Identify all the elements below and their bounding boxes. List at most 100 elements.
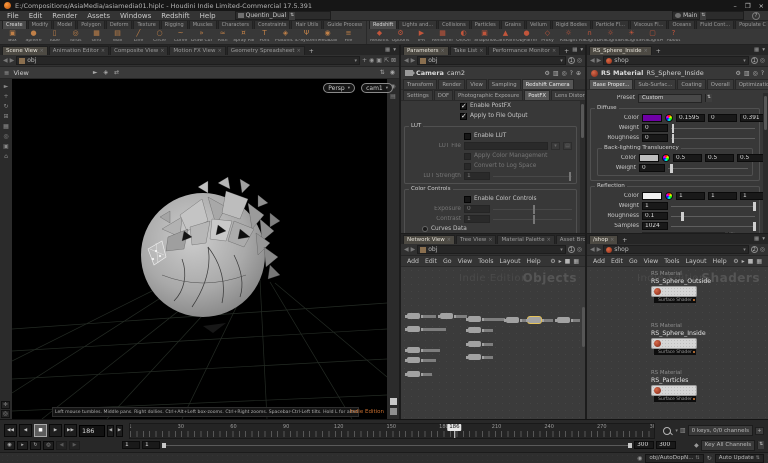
display-icon[interactable]: ■ [565, 258, 571, 265]
link-badge[interactable]: 1 [751, 57, 758, 64]
backlight-weight-field[interactable]: 0 [639, 164, 665, 172]
shelf-tab[interactable]: Particles [471, 21, 500, 29]
exposure-slider[interactable] [493, 205, 572, 214]
desktop-selector[interactable]: Quentin_Dual ⇅ [235, 11, 331, 20]
current-frame-field[interactable]: 186 [79, 425, 105, 437]
network-menu-item[interactable]: View [458, 258, 473, 265]
flag-icon[interactable]: ▸ [742, 258, 745, 265]
flag-icon[interactable]: ▸ [559, 258, 562, 265]
reflection-roughness-slider[interactable] [671, 212, 755, 221]
network-menu-item[interactable]: Go [443, 258, 452, 265]
next-frame-button[interactable]: ▶ [116, 425, 123, 437]
magnify-icon[interactable]: ▣ [376, 57, 382, 64]
shelf-tab[interactable]: Redshift [369, 21, 397, 29]
material-output-port[interactable]: Surface Shader [654, 297, 696, 303]
pane-tab[interactable]: Composite View× [110, 46, 168, 55]
layout-quad-icon[interactable] [390, 408, 397, 415]
shelf-tool[interactable]: ≡File [338, 30, 359, 45]
color-b-field[interactable]: 1 [740, 192, 763, 200]
network-menu-item[interactable]: View [644, 258, 659, 265]
back-icon[interactable]: ◀ [590, 246, 595, 253]
camera-selector[interactable]: cam1▾ [361, 83, 393, 93]
viewport-3d-scene[interactable] [12, 79, 387, 419]
parameter-tab[interactable]: DOF [434, 90, 453, 100]
network-node[interactable] [468, 341, 481, 347]
playhead-marker[interactable]: 186 [448, 424, 462, 431]
close-tab-icon[interactable]: × [644, 48, 648, 54]
close-tab-icon[interactable]: × [440, 48, 444, 54]
pane-tab[interactable]: Motion FX View× [169, 46, 225, 55]
range-start-field[interactable]: 1 [142, 441, 160, 449]
refresh-icon[interactable]: ↻ [707, 455, 712, 462]
network-node[interactable] [506, 317, 519, 323]
color-r-field[interactable]: 1 [676, 192, 705, 200]
pane-tab[interactable]: Tree View× [456, 235, 496, 244]
spinner-icon[interactable]: ⇅ [705, 94, 712, 102]
contrast-slider[interactable] [493, 215, 572, 224]
network-node[interactable] [468, 354, 481, 360]
network-menu-item[interactable]: Tools [664, 258, 679, 265]
shelf-tool[interactable]: ▯Tube [44, 30, 65, 45]
material-node[interactable]: RS Material RS_Sphere_Outside Surface Sh… [651, 271, 721, 303]
group-title[interactable]: Color Controls [409, 186, 453, 193]
path-field[interactable]: shop ▾ [603, 245, 749, 254]
layout-selector[interactable]: Main ⇅ [672, 11, 744, 20]
link-badge[interactable]: 2 [751, 246, 758, 253]
network-node[interactable] [407, 357, 420, 363]
shelf-tool[interactable]: ☀RSLightSun [621, 30, 642, 45]
shelf-tab[interactable]: Guide Process [323, 21, 362, 29]
menu-item[interactable]: Windows [115, 12, 156, 20]
close-tab-icon[interactable]: × [552, 48, 556, 54]
parameter-tab[interactable]: Base Proper... [589, 79, 633, 89]
diffuse-color-swatch[interactable] [642, 114, 662, 122]
network-node[interactable] [407, 371, 420, 377]
node-name-field[interactable]: cam2 [447, 69, 465, 77]
viewport-tool-icon[interactable]: ◈ [104, 69, 109, 76]
view-options-icon[interactable]: ▤ [390, 93, 396, 100]
group-title[interactable]: LUT [409, 123, 423, 130]
close-tab-icon[interactable]: × [218, 48, 222, 54]
color-r-field[interactable]: 0.1595 [676, 114, 705, 122]
network-node[interactable] [407, 313, 420, 319]
update-mode-selector[interactable]: Auto Update⇅ [715, 454, 764, 463]
prev-frame-button[interactable]: ◀ [107, 425, 114, 437]
pane-split-icon[interactable]: ▾ [580, 47, 583, 53]
pin-icon[interactable]: ⊕ [576, 70, 581, 77]
color-b-field[interactable]: 0.5 [737, 154, 763, 162]
curves-data-collapse-icon[interactable] [422, 226, 428, 232]
scrollbar[interactable] [582, 307, 585, 347]
network-menu-item[interactable]: Edit [611, 258, 623, 265]
material-node[interactable]: RS Material RS_Particles Surface Shader [651, 370, 721, 402]
pane-split-icon[interactable]: ▾ [762, 236, 765, 242]
shelf-tool[interactable]: ⚙Options [390, 30, 411, 45]
shelf-tool[interactable]: ▢RSLightPortal [642, 30, 663, 45]
material-node-body[interactable] [651, 286, 697, 297]
clipboard-icon[interactable]: ▥ [553, 70, 559, 77]
range-end-field[interactable]: 300 [634, 441, 654, 449]
pin-icon[interactable]: ◎ [760, 57, 765, 64]
snapshot-icon[interactable]: ✛ [1, 401, 10, 409]
parameter-tab[interactable]: Render [438, 79, 465, 89]
pin-icon[interactable]: ◎ [577, 246, 582, 253]
gear-icon[interactable]: ⚙ [736, 70, 741, 77]
shelf-tool[interactable]: ╱Line [128, 30, 149, 45]
shelf-tool[interactable]: ΨL-System [296, 30, 317, 45]
pane-tab[interactable]: Network View× [403, 235, 455, 244]
reflection-color-swatch[interactable] [642, 192, 662, 200]
network-menu-item[interactable]: Tools [478, 258, 493, 265]
render-eye-icon[interactable]: ◉ [637, 455, 642, 462]
reflection-samples-slider[interactable] [671, 222, 755, 231]
convert-log-space-checkbox[interactable] [464, 163, 471, 170]
reflection-samples-field[interactable]: 1024 [642, 222, 668, 230]
close-tab-icon[interactable]: × [479, 48, 483, 54]
shelf-tab[interactable]: Rigging [161, 21, 188, 29]
parameter-tab[interactable]: Settings [403, 90, 433, 100]
pane-split-icon[interactable]: ▾ [762, 47, 765, 53]
shelf-tool[interactable]: ∩RSLightDome [579, 30, 600, 45]
chevron-down-icon[interactable]: ▾ [675, 428, 678, 434]
shelf-tab[interactable]: Fluid Cont... [696, 21, 734, 29]
reflection-weight-field[interactable]: 1 [642, 202, 668, 210]
network-node[interactable] [407, 347, 420, 353]
shelf-tab[interactable]: Create [2, 21, 27, 29]
network-node[interactable] [407, 326, 420, 332]
